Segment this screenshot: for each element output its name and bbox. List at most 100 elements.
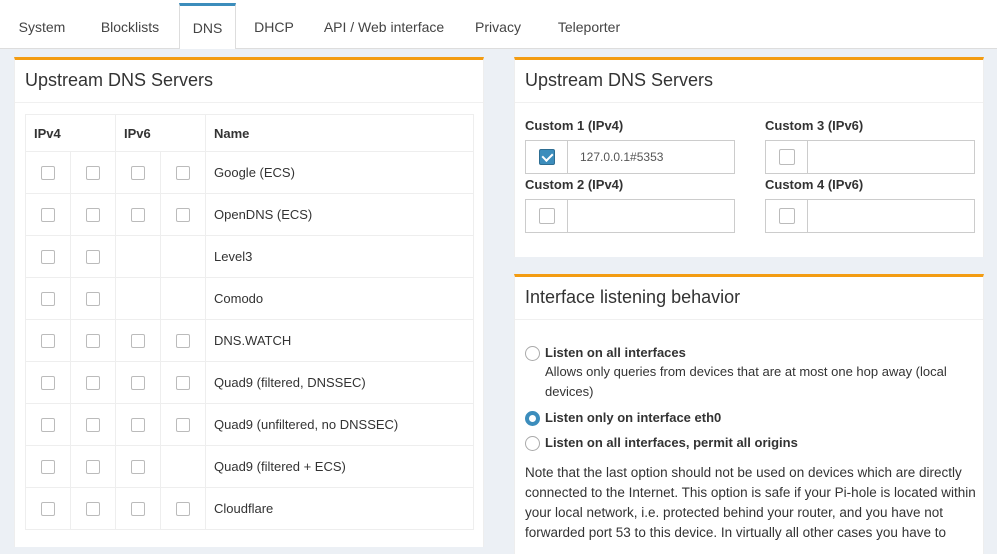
custom2-input[interactable] — [568, 200, 734, 232]
server-name: Quad9 (unfiltered, no DNSSEC) — [205, 403, 474, 446]
ipv4-primary-checkbox[interactable] — [41, 334, 55, 349]
interface-note: Note that the last option should not be … — [525, 465, 976, 540]
upstream-dns-servers-box: Upstream DNS Servers IPv4 IPv6 Name Goog… — [14, 57, 484, 547]
empty-cell — [115, 235, 161, 278]
custom3-label: Custom 3 (IPv6) — [765, 118, 864, 133]
ipv6-primary-checkbox[interactable] — [131, 376, 145, 391]
radio-button[interactable] — [525, 436, 540, 451]
custom1-input[interactable]: 127.0.0.1#5353 — [568, 141, 734, 173]
header-ipv4: IPv4 — [25, 114, 116, 152]
ipv6-primary-checkbox[interactable] — [131, 208, 145, 223]
box-title: Upstream DNS Servers — [25, 70, 214, 90]
ipv4-secondary-checkbox[interactable] — [86, 418, 100, 433]
empty-cell — [160, 445, 206, 488]
addon — [526, 141, 568, 173]
custom4-input[interactable] — [808, 200, 974, 232]
custom2-label: Custom 2 (IPv4) — [525, 177, 624, 192]
radio-label: Listen on all interfaces — [545, 345, 686, 360]
radio-label: Listen only on interface eth0 — [545, 410, 722, 425]
ipv6-primary-checkbox[interactable] — [131, 166, 145, 181]
tab-dns[interactable]: DNS — [179, 3, 236, 49]
addon — [766, 200, 808, 232]
interface-listening-box: Interface listening behavior Listen on a… — [514, 274, 984, 554]
table-row: Quad9 (filtered + ECS) — [25, 445, 474, 488]
ipv6-secondary-checkbox[interactable] — [176, 418, 190, 433]
table-row: Quad9 (unfiltered, no DNSSEC) — [25, 403, 474, 446]
ipv4-primary-checkbox[interactable] — [41, 208, 55, 223]
ipv4-secondary-checkbox[interactable] — [86, 250, 100, 265]
server-name: Quad9 (filtered + ECS) — [205, 445, 474, 488]
ipv4-primary-checkbox[interactable] — [41, 418, 55, 433]
custom1-label: Custom 1 (IPv4) — [525, 118, 624, 133]
ipv6-secondary-checkbox[interactable] — [176, 166, 190, 181]
ipv4-secondary-checkbox[interactable] — [86, 208, 100, 223]
ipv6-primary-checkbox[interactable] — [131, 460, 145, 475]
table-row: Quad9 (filtered, DNSSEC) — [25, 361, 474, 404]
custom-upstream-dns-box: Upstream DNS Servers Custom 1 (IPv4) 127… — [514, 57, 984, 257]
empty-cell — [160, 277, 206, 320]
settings-tab-bar: System Blocklists DNS DHCP API / Web int… — [0, 0, 997, 49]
custom2-checkbox[interactable] — [538, 208, 555, 224]
tab-blocklists[interactable]: Blocklists — [90, 4, 170, 48]
upstream-servers-table: IPv4 IPv6 Name Google (ECS) OpenDNS (ECS… — [25, 114, 474, 530]
tab-api-web-interface[interactable]: API / Web interface — [317, 4, 451, 48]
custom3-checkbox[interactable] — [778, 149, 795, 165]
custom4-checkbox[interactable] — [778, 208, 795, 224]
header-name: Name — [205, 114, 474, 152]
custom4-label: Custom 4 (IPv6) — [765, 177, 864, 192]
tab-privacy[interactable]: Privacy — [466, 4, 530, 48]
table-row: Google (ECS) — [25, 151, 474, 194]
box-title: Interface listening behavior — [525, 287, 741, 307]
box-divider — [515, 319, 983, 320]
ipv4-secondary-checkbox[interactable] — [86, 334, 100, 349]
table-row: Cloudflare — [25, 487, 474, 530]
ipv6-secondary-checkbox[interactable] — [176, 334, 190, 349]
custom3-input-group — [765, 140, 975, 174]
custom4-input-group — [765, 199, 975, 233]
ipv4-primary-checkbox[interactable] — [41, 166, 55, 181]
ipv4-secondary-checkbox[interactable] — [86, 502, 100, 517]
ipv4-secondary-checkbox[interactable] — [86, 376, 100, 391]
radio-label: Listen on all interfaces, permit all ori… — [545, 435, 798, 450]
ipv6-primary-checkbox[interactable] — [131, 334, 145, 349]
ipv6-primary-checkbox[interactable] — [131, 502, 145, 517]
tab-teleporter[interactable]: Teleporter — [546, 4, 632, 48]
radio-description: Allows only queries from devices that ar… — [545, 364, 947, 399]
box-divider — [515, 102, 983, 103]
ipv6-secondary-checkbox[interactable] — [176, 376, 190, 391]
table-row: Comodo — [25, 277, 474, 320]
ipv4-primary-checkbox[interactable] — [41, 250, 55, 265]
table-row: DNS.WATCH — [25, 319, 474, 362]
server-name: Cloudflare — [205, 487, 474, 530]
table-row: Level3 — [25, 235, 474, 278]
ipv6-secondary-checkbox[interactable] — [176, 208, 190, 223]
box-divider — [15, 102, 483, 103]
radio-button[interactable] — [525, 411, 540, 426]
radio-button[interactable] — [525, 346, 540, 361]
addon — [526, 200, 568, 232]
table-row: OpenDNS (ECS) — [25, 193, 474, 236]
ipv4-secondary-checkbox[interactable] — [86, 166, 100, 181]
server-name: OpenDNS (ECS) — [205, 193, 474, 236]
ipv4-secondary-checkbox[interactable] — [86, 292, 100, 307]
server-name: Quad9 (filtered, DNSSEC) — [205, 361, 474, 404]
tab-dhcp[interactable]: DHCP — [246, 4, 302, 48]
ipv6-primary-checkbox[interactable] — [131, 418, 145, 433]
server-name: Level3 — [205, 235, 474, 278]
tab-system[interactable]: System — [8, 4, 76, 48]
ipv4-primary-checkbox[interactable] — [41, 460, 55, 475]
empty-cell — [115, 277, 161, 320]
ipv4-primary-checkbox[interactable] — [41, 376, 55, 391]
header-ipv6: IPv6 — [115, 114, 206, 152]
server-name: DNS.WATCH — [205, 319, 474, 362]
empty-cell — [160, 235, 206, 278]
box-title: Upstream DNS Servers — [525, 70, 714, 90]
custom1-checkbox[interactable] — [538, 149, 555, 165]
ipv4-secondary-checkbox[interactable] — [86, 460, 100, 475]
ipv4-primary-checkbox[interactable] — [41, 502, 55, 517]
ipv4-primary-checkbox[interactable] — [41, 292, 55, 307]
custom1-input-group: 127.0.0.1#5353 — [525, 140, 735, 174]
custom3-input[interactable] — [808, 141, 974, 173]
server-name: Comodo — [205, 277, 474, 320]
ipv6-secondary-checkbox[interactable] — [176, 502, 190, 517]
